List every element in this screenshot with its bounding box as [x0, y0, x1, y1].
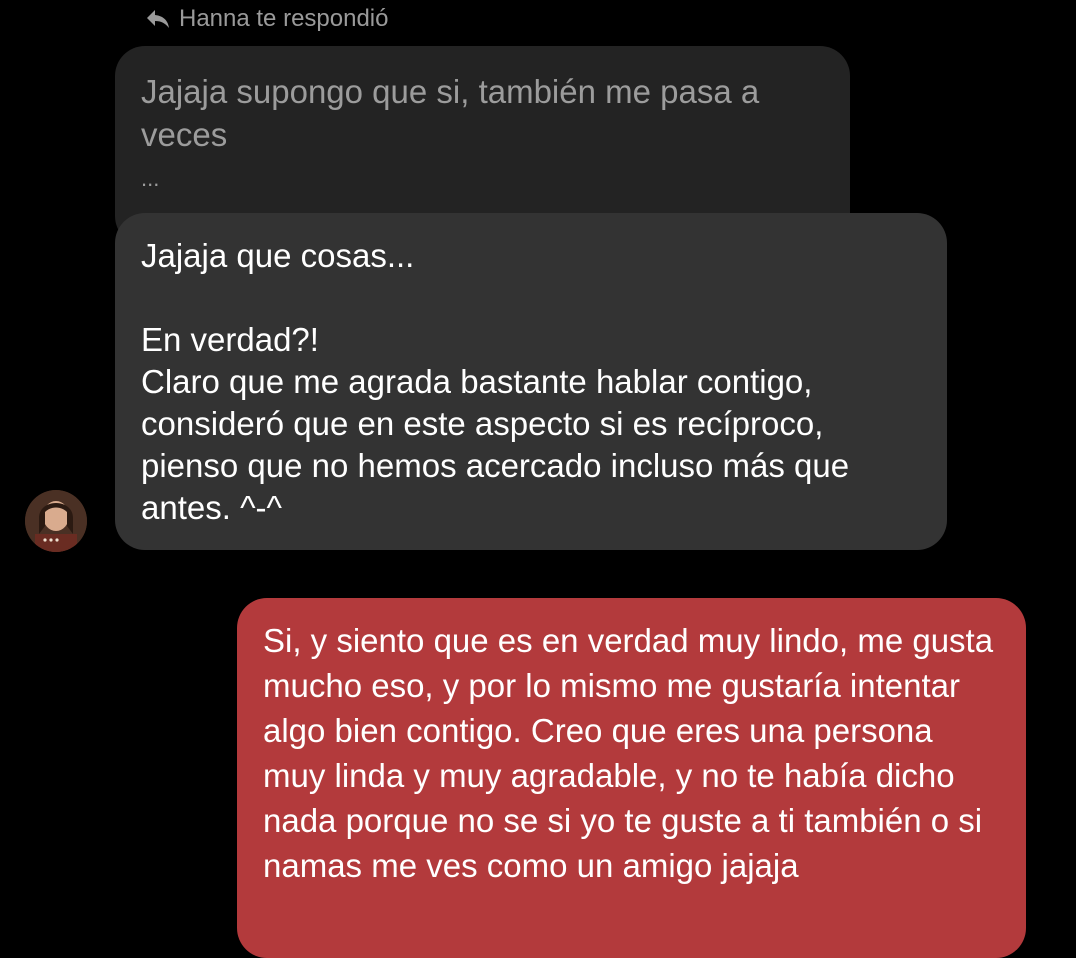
sent-message-bubble[interactable]: Si, y siento que es en verdad muy lindo,… [237, 598, 1026, 958]
avatar[interactable] [25, 490, 87, 552]
reply-header: Hanna te respondió [145, 4, 388, 34]
received-message-line: Jajaja que cosas... [141, 237, 415, 274]
reply-header-text: Hanna te respondió [179, 5, 389, 32]
received-message-bubble[interactable]: Jajaja que cosas... En verdad?! Claro qu… [115, 213, 947, 550]
reply-arrow-icon [145, 8, 171, 30]
sent-message-text: Si, y siento que es en verdad muy lindo,… [263, 622, 994, 884]
received-message-line: En verdad?! [141, 321, 319, 358]
quoted-message-ellipsis: ... [141, 166, 160, 191]
received-message-line: Claro que me agrada bastante hablar cont… [141, 363, 850, 526]
quoted-message-text: Jajaja supongo que si, también me pasa a… [141, 73, 760, 153]
